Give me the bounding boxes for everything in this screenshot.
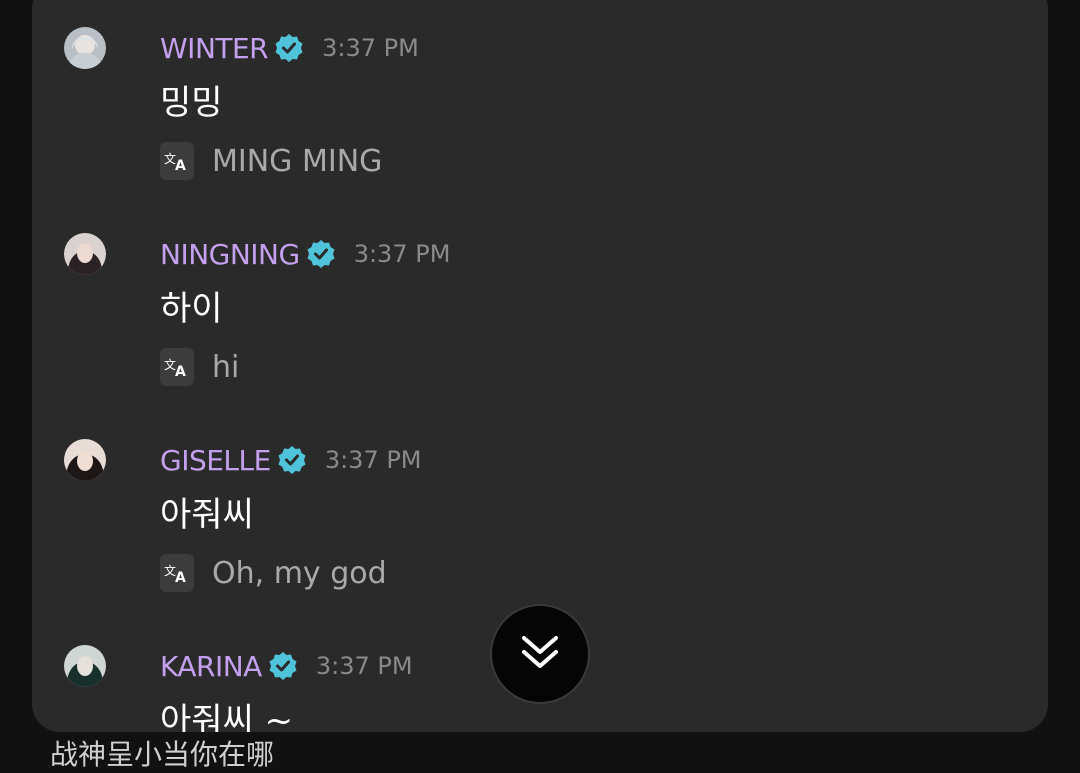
message-timestamp: 3:37 PM (322, 34, 419, 62)
message-timestamp: 3:37 PM (315, 652, 413, 680)
translation-row: 文A MING MING (160, 141, 382, 181)
verified-badge-icon (274, 33, 304, 63)
message-text: 밍밍 (160, 83, 223, 123)
author-name[interactable]: KARINA (160, 650, 262, 683)
translate-icon: 文A (160, 554, 194, 592)
svg-text:A: A (175, 158, 186, 172)
svg-text:A: A (175, 364, 186, 378)
author-name[interactable]: GISELLE (160, 444, 271, 477)
message-text: 아줘씨 (160, 495, 254, 535)
verified-badge-icon (277, 445, 307, 475)
double-chevron-down-icon (518, 630, 562, 678)
avatar[interactable] (64, 645, 106, 687)
verified-badge-icon (306, 239, 336, 269)
avatar[interactable] (64, 27, 106, 69)
scroll-to-bottom-button[interactable] (490, 604, 590, 704)
avatar[interactable] (64, 439, 106, 481)
translate-icon: 文A (160, 142, 194, 180)
svg-text:A: A (175, 570, 186, 584)
translate-icon: 文A (160, 348, 194, 386)
message-text: 하이 (160, 289, 223, 329)
translation-row: 文A hi (160, 347, 239, 387)
avatar[interactable] (64, 233, 106, 275)
translation-text: MING MING (212, 143, 383, 179)
translation-row: 文A Oh, my god (160, 553, 387, 593)
translation-text: hi (212, 349, 240, 385)
background-message-text: 战神呈小当你在哪 (50, 738, 275, 771)
message-timestamp: 3:37 PM (324, 446, 422, 474)
author-name[interactable]: NINGNING (160, 238, 300, 271)
translation-text: Oh, my god (212, 555, 387, 591)
message-timestamp: 3:37 PM (353, 240, 451, 268)
author-name[interactable]: WINTER (160, 32, 269, 65)
verified-badge-icon (268, 651, 298, 681)
message-text: 아줘씨 ~ (160, 701, 294, 732)
